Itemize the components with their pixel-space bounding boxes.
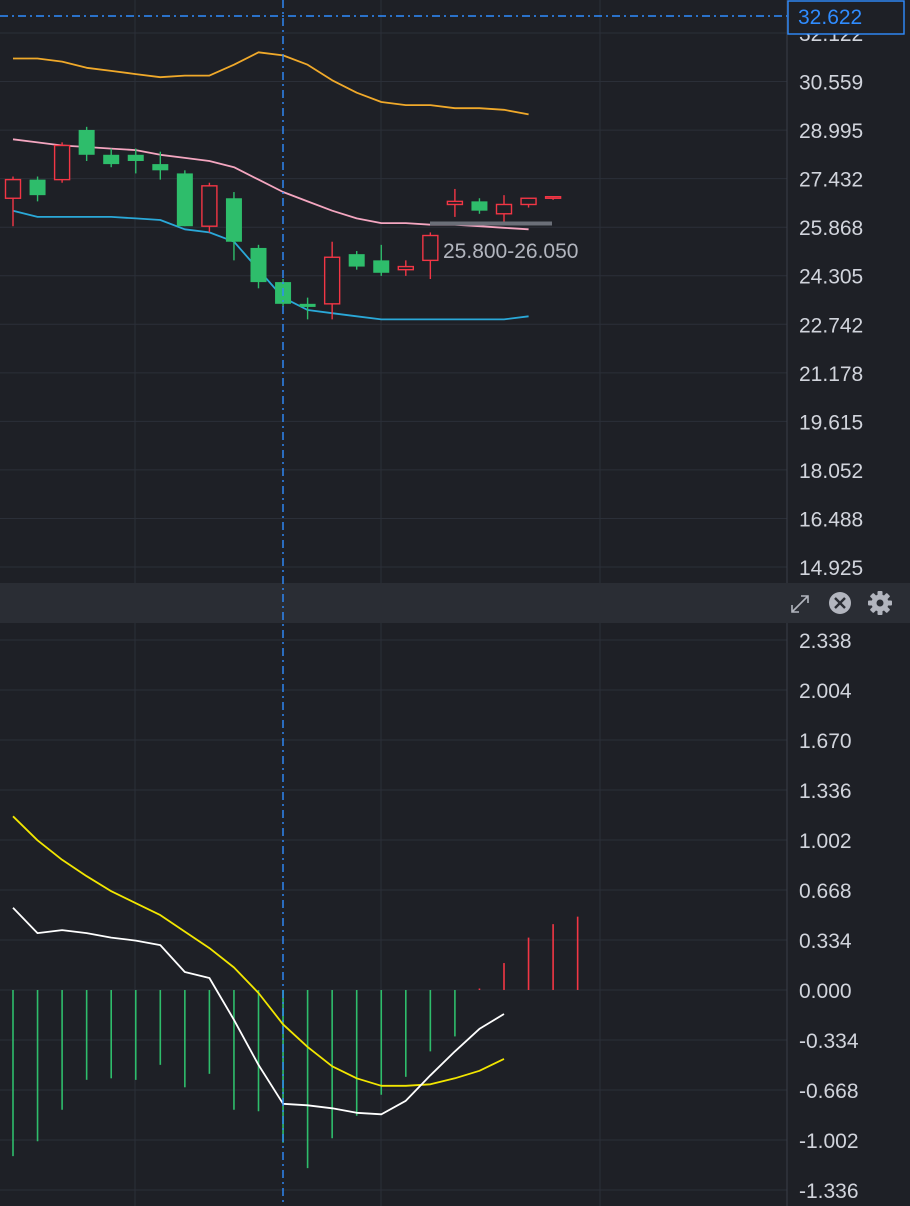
candle-body [471,201,488,211]
macd-tick-label: 1.002 [799,830,852,853]
candle-body [323,256,341,305]
price-tick-label: 19.615 [799,411,863,434]
macd-tick-label: 0.334 [799,930,852,953]
macd-tick-label: 0.000 [799,980,852,1003]
macd-tick-label: 2.004 [799,680,852,703]
crosshair-price-tag: 32.622 [787,0,905,35]
candle [53,142,71,183]
candle-body [78,129,95,155]
candle-body [544,196,562,199]
macd-tick-label: 1.336 [799,780,852,803]
candle-body [250,247,267,283]
candle-body [520,197,537,206]
candle-body [495,203,513,215]
macd-tick-label: 2.338 [799,630,852,653]
price-tick-label: 16.488 [799,508,863,531]
pane-separator[interactable] [0,583,910,623]
candle-body [53,144,71,181]
price-tick-label: 27.432 [799,169,863,192]
gear-icon[interactable] [868,591,892,615]
macd-tick-label: -0.334 [799,1030,859,1053]
price-tick-label: 24.305 [799,266,863,289]
price-tick-label: 30.559 [799,72,863,95]
candle-body [127,154,144,161]
crosshair-price-label: 32.622 [798,6,862,29]
macd-tick-label: -1.336 [799,1180,859,1203]
candle [250,244,267,289]
candle-body [299,303,316,307]
close-icon[interactable] [829,592,851,614]
candle-body [348,254,365,267]
price-tick-label: 21.178 [799,363,863,386]
price-tick-label: 28.995 [799,120,863,143]
macd-tick-label: -1.002 [799,1130,859,1153]
candle-body [397,265,414,271]
price-tick-label: 22.742 [799,314,863,337]
candle-body [201,185,218,227]
candle-body [29,179,46,196]
range-label: 25.800-26.050 [443,240,578,263]
price-tick-label: 14.925 [799,557,863,580]
candle-body [176,173,193,227]
candle-body [4,178,22,199]
macd-tick-label: -0.668 [799,1080,859,1103]
range-bar [430,221,552,226]
candle-body [152,164,169,171]
candle [201,182,218,233]
price-tick-label: 25.868 [799,217,863,240]
price-tick-label: 18.052 [799,460,863,483]
candle-body [225,198,242,242]
candle-body [103,154,120,165]
candle-body [446,200,464,206]
macd-tick-label: 0.668 [799,880,852,903]
candle-body [373,260,390,273]
stock-chart[interactable]: 32.12230.55928.99527.43225.86824.30522.7… [0,0,910,1206]
macd-tick-label: 1.670 [799,730,852,753]
candle [176,170,193,227]
candle-body [422,234,439,262]
